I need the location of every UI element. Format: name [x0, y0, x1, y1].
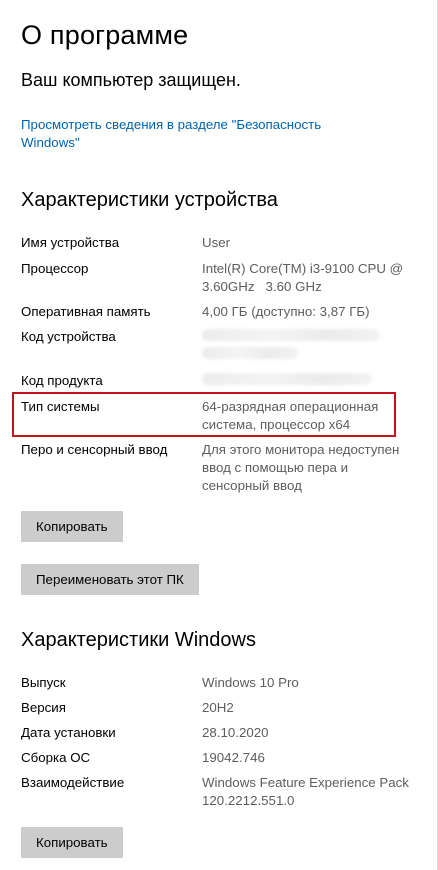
spec-label: Код устройства: [21, 329, 116, 344]
windows-specs-title: Характеристики Windows: [21, 629, 256, 651]
spec-value[interactable]: Windows Feature Experience Pack 120.2212…: [202, 774, 417, 810]
spec-label: Выпуск: [21, 675, 66, 690]
spec-value-redacted: [202, 328, 417, 364]
spec-label: Взаимодействие: [21, 775, 125, 790]
spec-value[interactable]: User: [202, 234, 417, 252]
spec-label: Процессор: [21, 261, 89, 276]
rename-pc-button[interactable]: Переименовать этот ПК: [21, 564, 199, 595]
redacted-text: [202, 373, 372, 385]
spec-label: Код продукта: [21, 373, 103, 388]
spec-label: Сборка ОС: [21, 750, 91, 765]
spec-label: Версия: [21, 700, 66, 715]
spec-value[interactable]: Windows 10 Pro: [202, 674, 417, 692]
spec-label: Дата установки: [21, 725, 116, 740]
redacted-text: [202, 329, 380, 341]
spec-value[interactable]: Для этого монитора недоступен ввод с пом…: [202, 441, 417, 495]
spec-value-redacted: [202, 372, 417, 390]
spec-value[interactable]: Intel(R) Core(TM) i3-9100 CPU @ 3.60GHz …: [202, 260, 417, 296]
protection-status: Ваш компьютер защищен.: [21, 70, 241, 90]
page-title: О программе: [21, 20, 189, 50]
spec-value[interactable]: 4,00 ГБ (доступно: 3,87 ГБ): [202, 303, 417, 321]
device-specs-title: Характеристики устройства: [21, 189, 278, 211]
spec-value[interactable]: 19042.746: [202, 749, 417, 767]
windows-security-link[interactable]: Просмотреть сведения в разделе "Безопасн…: [21, 116, 361, 152]
spec-value[interactable]: 20H2: [202, 699, 417, 717]
spec-value[interactable]: 28.10.2020: [202, 724, 417, 742]
redacted-text: [202, 347, 298, 359]
spec-label: Имя устройства: [21, 235, 120, 250]
copy-device-specs-button[interactable]: Копировать: [21, 511, 123, 542]
system-type-highlight: [12, 392, 396, 437]
copy-windows-specs-button[interactable]: Копировать: [21, 827, 123, 858]
spec-label: Перо и сенсорный ввод: [21, 442, 168, 457]
spec-label: Оперативная память: [21, 304, 151, 319]
